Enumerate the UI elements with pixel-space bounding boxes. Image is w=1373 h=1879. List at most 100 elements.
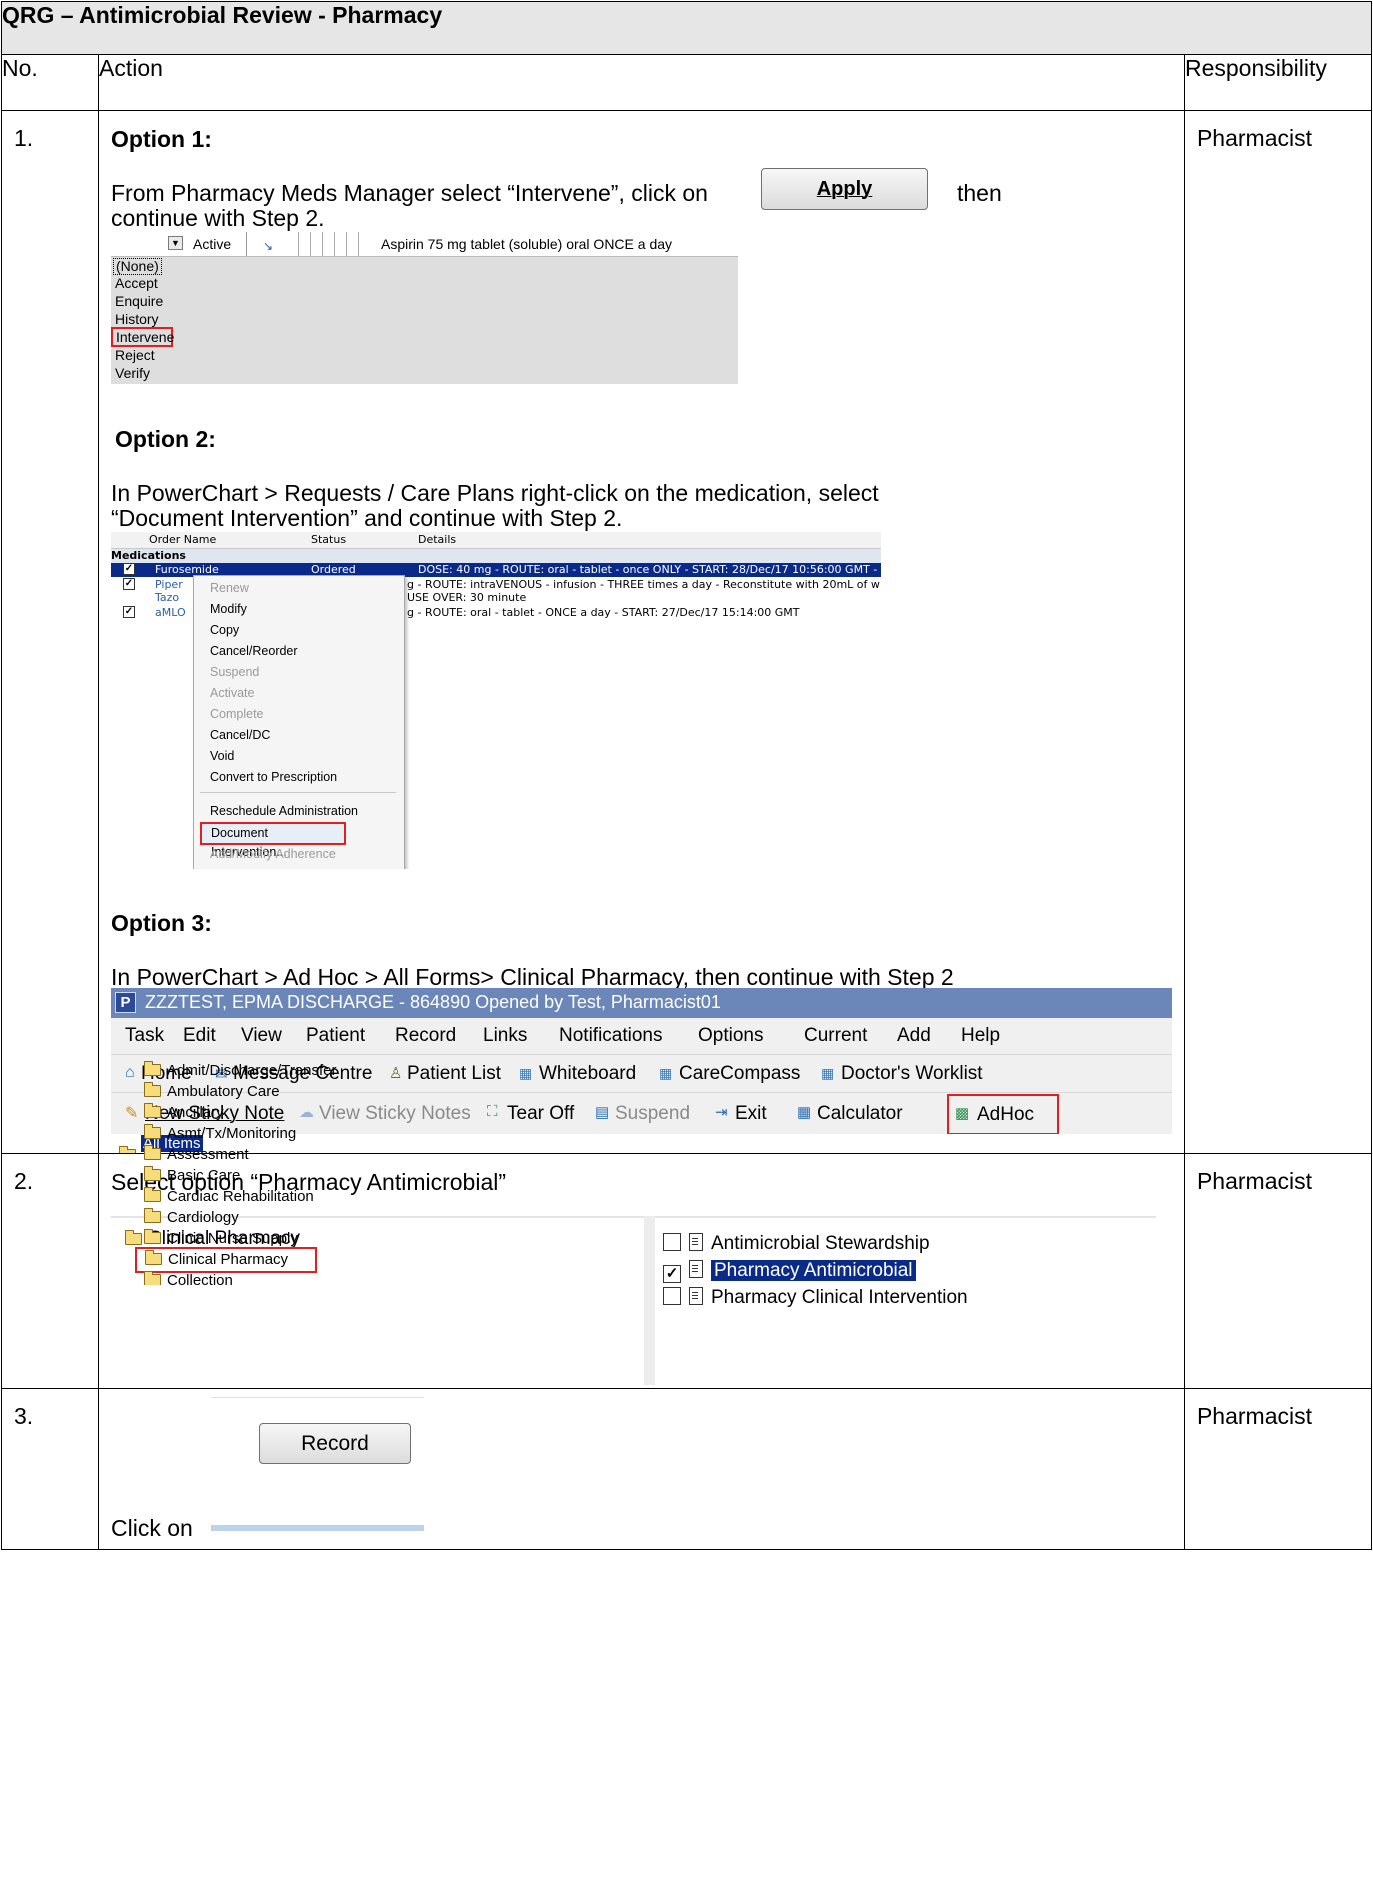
order-type-icon: ↘: [263, 239, 274, 253]
tree-item[interactable]: Collection: [144, 1271, 233, 1285]
form-item-antimicrobial-stewardship[interactable]: Antimicrobial Stewardship: [663, 1232, 930, 1254]
col-details: Details: [418, 533, 457, 546]
dropdown-item[interactable]: (None): [113, 258, 162, 275]
option2-text-line2: “Document Intervention” and continue wit…: [111, 505, 623, 531]
doctors-worklist-icon: ▦: [821, 1065, 835, 1081]
tree-item[interactable]: Ambulatory Care: [144, 1081, 280, 1102]
dropdown-arrow-icon[interactable]: ▼: [168, 236, 183, 250]
menu-item-cancel-dc[interactable]: Cancel/DC: [194, 725, 270, 746]
tree-item[interactable]: Ancillary: [144, 1102, 224, 1123]
folder-icon: [144, 1124, 161, 1139]
tree-item-label: Cardiac Rehabilitation: [167, 1188, 314, 1205]
dropdown-item[interactable]: Enquire: [115, 294, 163, 309]
menu-record[interactable]: Record: [395, 1025, 456, 1047]
order-name: aMLO: [155, 606, 186, 619]
dropdown-item[interactable]: History: [115, 312, 159, 327]
header-action: Action: [98, 54, 1185, 111]
tree-item-label: Asmt/Tx/Monitoring: [167, 1125, 297, 1142]
tree-item-label: Ambulatory Care: [167, 1083, 280, 1100]
dropdown-item-intervene[interactable]: Intervene: [111, 327, 174, 347]
toolbar-calculator[interactable]: Calculator: [817, 1103, 903, 1125]
tree-item[interactable]: Cardiology: [144, 1207, 239, 1228]
folder-icon: [144, 1166, 161, 1181]
adhoc-icon: ▩: [955, 1105, 970, 1122]
menu-item-activate[interactable]: Activate: [194, 683, 254, 704]
step-number: 3.: [1, 1388, 99, 1550]
step-responsibility: Pharmacist: [1183, 1153, 1373, 1389]
tree-item[interactable]: Admit/Discharge/Transfer: [144, 1060, 337, 1081]
adhoc-highlight[interactable]: ▩ AdHoc: [947, 1094, 1059, 1135]
record-button-label: Record: [301, 1432, 369, 1455]
dropdown-item[interactable]: Accept: [115, 276, 158, 291]
menu-item-complete[interactable]: Complete: [194, 704, 264, 725]
menu-item-add-modify-adherence[interactable]: Add/Modify Adherence: [194, 844, 336, 865]
menu-item-copy[interactable]: Copy: [194, 620, 239, 641]
menu-item-suspend[interactable]: Suspend: [194, 662, 259, 683]
step1-action-content: Option 1: From Pharmacy Meds Manager sel…: [99, 111, 1184, 1153]
toolbar-tear-off[interactable]: Tear Off: [507, 1103, 574, 1125]
order-checkbox[interactable]: ✓: [123, 563, 135, 575]
tree-item[interactable]: Basic Care: [144, 1165, 240, 1186]
dropdown-item[interactable]: Reject: [115, 348, 155, 363]
menu-item-reschedule-administration-times[interactable]: Reschedule Administration Times...: [194, 801, 404, 839]
tree-item-clinical-pharmacy[interactable]: Clinical Pharmacy: [135, 1247, 317, 1273]
menu-patient[interactable]: Patient: [306, 1025, 365, 1047]
form-checkbox[interactable]: [663, 1287, 681, 1305]
menu-view[interactable]: View: [241, 1025, 282, 1047]
menu-item-modify[interactable]: Modify: [194, 599, 247, 620]
menu-item-void[interactable]: Void: [194, 746, 234, 767]
menu-item-convert-to-prescription[interactable]: Convert to Prescription: [194, 767, 337, 788]
step-responsibility: Pharmacist: [1183, 110, 1373, 1154]
tree-item[interactable]: Clinic Nurse Supply: [144, 1228, 298, 1249]
meds-manager-screenshot: ▼ Active ↘ Aspirin 75 mg tablet (soluble…: [111, 232, 738, 384]
record-screenshot-top-edge: [211, 1397, 424, 1398]
tree-item-label: Clinical Pharmacy: [168, 1251, 289, 1268]
step-responsibility: Pharmacist: [1183, 1388, 1373, 1550]
menu-links[interactable]: Links: [483, 1025, 527, 1047]
powerchart-orders-screenshot: Order Name Status Details Medications ✓ …: [111, 532, 881, 869]
toolbar-exit[interactable]: Exit: [735, 1103, 767, 1125]
toolbar-view-sticky-notes[interactable]: View Sticky Notes: [319, 1103, 471, 1125]
form-item-pharmacy-antimicrobial[interactable]: ✓ Pharmacy Antimicrobial: [663, 1259, 916, 1283]
form-checkbox[interactable]: [663, 1233, 681, 1251]
order-name: Tazo: [155, 591, 180, 604]
menu-help[interactable]: Help: [961, 1025, 1000, 1047]
order-checkbox[interactable]: ✓: [123, 606, 135, 618]
powerchart-logo-icon: P: [115, 992, 136, 1013]
toolbar-suspend[interactable]: Suspend: [615, 1103, 690, 1125]
menubar: Task Edit View Patient Record Links Noti…: [111, 1018, 1172, 1054]
tree-item[interactable]: Cardiac Rehabilitation: [144, 1186, 314, 1207]
menu-item-cancel-reorder[interactable]: Cancel/Reorder: [194, 641, 298, 662]
toolbar-doctors-worklist[interactable]: Doctor's Worklist: [841, 1063, 983, 1085]
menu-edit[interactable]: Edit: [183, 1025, 216, 1047]
option2-heading: Option 2:: [115, 426, 216, 452]
menu-item-renew[interactable]: Renew: [194, 578, 249, 599]
option3-heading: Option 3:: [111, 910, 212, 936]
menu-current[interactable]: Current: [804, 1025, 867, 1047]
order-name: Piper: [155, 578, 183, 591]
form-checkbox-checked[interactable]: ✓: [663, 1265, 681, 1283]
form-item-pharmacy-clinical-intervention[interactable]: Pharmacy Clinical Intervention: [663, 1286, 968, 1308]
option2-text-line1: In PowerChart > Requests / Care Plans ri…: [111, 480, 879, 506]
menu-notifications[interactable]: Notifications: [559, 1025, 663, 1047]
tree-item[interactable]: Asmt/Tx/Monitoring: [144, 1123, 296, 1144]
menu-add[interactable]: Add: [897, 1025, 931, 1047]
dropdown-item[interactable]: Verify: [115, 366, 150, 381]
order-status: Active: [193, 236, 232, 252]
order-sentence: Aspirin 75 mg tablet (soluble) oral ONCE…: [381, 236, 673, 252]
toolbar-whiteboard[interactable]: Whiteboard: [539, 1063, 636, 1085]
menu-options[interactable]: Options: [698, 1025, 763, 1047]
tree-item[interactable]: Assessment: [144, 1144, 249, 1165]
toolbar-carecompass[interactable]: CareCompass: [679, 1063, 800, 1085]
view-sticky-notes-icon: ☁: [299, 1104, 314, 1121]
toolbar-adhoc[interactable]: AdHoc: [977, 1104, 1034, 1126]
order-checkbox[interactable]: ✓: [123, 578, 135, 590]
patient-list-icon: ♙: [389, 1065, 403, 1082]
step-action: Record Click on: [98, 1388, 1185, 1550]
menu-item-document-intervention[interactable]: Document Intervention...: [200, 822, 346, 859]
order-details: g - ROUTE: oral - tablet - ONCE a day - …: [407, 606, 800, 619]
toolbar-patient-list[interactable]: Patient List: [407, 1063, 501, 1085]
folder-icon: [144, 1061, 161, 1076]
title-row: QRG – Antimicrobial Review - Pharmacy: [1, 1, 1372, 55]
menu-task[interactable]: Task: [125, 1025, 164, 1047]
